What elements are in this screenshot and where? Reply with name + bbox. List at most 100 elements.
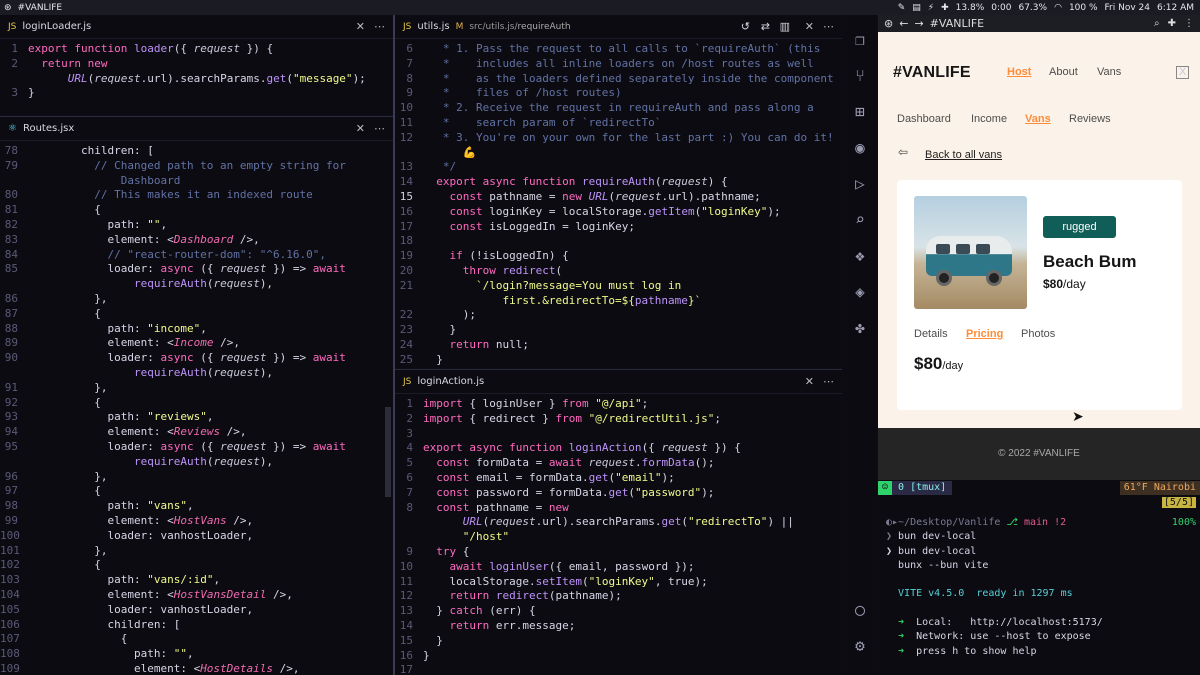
code-line[interactable]: 89 element: < Income />, <box>0 336 393 351</box>
breadcrumb-function[interactable]: requireAuth <box>518 22 571 32</box>
code-line[interactable]: 83 element: < Dashboard />, <box>0 233 393 248</box>
source-control-icon[interactable]: ⑂ <box>849 65 871 87</box>
app-logo-icon[interactable]: ⊛ <box>4 3 12 13</box>
run-debug-icon[interactable]: ▷ <box>849 173 871 195</box>
subnav-dashboard[interactable]: Dashboard <box>897 113 951 125</box>
code-line[interactable]: 22 ); <box>395 308 842 323</box>
close-icon[interactable]: ✕ <box>805 20 814 33</box>
tab-photos[interactable]: Photos <box>1021 328 1055 340</box>
wifi-icon[interactable]: ◠ <box>1054 3 1062 13</box>
tab-utils[interactable]: utils.js <box>417 21 449 32</box>
code-line[interactable]: 12 * 3. You're on your own for the last … <box>395 131 842 146</box>
code-line[interactable]: 85 loader: async ({ request }) => await <box>0 262 393 277</box>
compare-icon[interactable]: ⇄ <box>761 20 770 33</box>
paw-icon[interactable]: ✤ <box>849 317 871 339</box>
code-line[interactable]: 13 } catch (err) { <box>395 604 842 619</box>
code-line[interactable]: 25 } <box>395 353 842 368</box>
gamepad-icon[interactable]: ◉ <box>849 137 871 159</box>
figma-icon[interactable]: ❖ <box>849 245 871 267</box>
zoom-icon[interactable]: ⌕ <box>1154 18 1160 29</box>
code-line[interactable]: 95 loader: async ({ request }) => await <box>0 440 393 455</box>
code-area[interactable]: 78 children: [79 // Changed path to an e… <box>0 141 393 675</box>
breadcrumb[interactable]: src/utils.js/ <box>469 22 517 32</box>
code-line[interactable]: 20 throw redirect( <box>395 264 842 279</box>
code-line[interactable]: 19 if (!isLoggedIn) { <box>395 249 842 264</box>
code-line[interactable]: 94 element: < Reviews />, <box>0 425 393 440</box>
close-icon[interactable]: ✕ <box>805 375 814 388</box>
code-line[interactable]: 99 element: < HostVans />, <box>0 514 393 529</box>
code-line[interactable]: 10 await loginUser({ email, password }); <box>395 560 842 575</box>
code-line[interactable]: 18 <box>395 234 842 249</box>
lightning-icon[interactable]: ⚡ <box>928 3 934 13</box>
code-line[interactable]: 6 const email = formData. get("email"); <box>395 471 842 486</box>
close-icon[interactable]: ✕ <box>356 122 365 135</box>
subnav-vans[interactable]: Vans <box>1025 113 1051 125</box>
code-line[interactable]: 6 * 1. Pass the request to all calls to … <box>395 42 842 57</box>
tab-login-loader[interactable]: loginLoader.js <box>22 21 91 32</box>
explorer-icon[interactable]: ❐ <box>849 29 871 51</box>
code-line[interactable]: 87 { <box>0 307 393 322</box>
nav-vans[interactable]: Vans <box>1097 66 1121 78</box>
subnav-reviews[interactable]: Reviews <box>1069 113 1111 125</box>
code-line[interactable]: 17 const isLoggedIn = loginKey; <box>395 220 842 235</box>
code-line[interactable]: 2 import { redirect } from "@/redirectUti… <box>395 412 842 427</box>
tab-details[interactable]: Details <box>914 328 948 340</box>
menu-icon[interactable]: ⋮ <box>1184 18 1194 29</box>
code-line[interactable]: 100 loader: vanhostLoader, <box>0 529 393 544</box>
code-line[interactable]: 14 export async function requireAuth(req… <box>395 175 842 190</box>
subnav-income[interactable]: Income <box>971 113 1007 125</box>
extensions-icon[interactable]: ⊞ <box>849 101 871 123</box>
code-line[interactable]: 3} <box>0 86 393 101</box>
tab-login-action[interactable]: loginAction.js <box>417 376 484 387</box>
account-icon[interactable]: ◯ <box>849 599 871 621</box>
clipboard-icon[interactable]: ▤ <box>912 3 921 13</box>
code-line[interactable]: 108 path: "", <box>0 647 393 662</box>
nav-about[interactable]: About <box>1049 66 1078 78</box>
close-icon[interactable]: ✕ <box>356 20 365 33</box>
code-line[interactable]: 96 }, <box>0 470 393 485</box>
code-line[interactable]: 8 const pathname = new <box>395 501 842 516</box>
code-line[interactable]: 79 // Changed path to an empty string fo… <box>0 159 393 174</box>
code-line[interactable]: 91 }, <box>0 381 393 396</box>
code-line[interactable]: 107 { <box>0 632 393 647</box>
history-icon[interactable]: ↺ <box>741 20 750 33</box>
code-area[interactable]: 6 * 1. Pass the request to all calls to … <box>395 39 842 368</box>
code-line[interactable]: URL(request .url).searchParams. get("redir… <box>395 515 842 530</box>
code-line[interactable]: requireAuth(request), <box>0 455 393 470</box>
tmux-session[interactable]: 0 [tmux] <box>892 480 953 496</box>
code-line[interactable]: first.&redirectTo=${pathname}` <box>395 294 842 309</box>
code-line[interactable]: 1 import { loginUser } from "@/api"; <box>395 397 842 412</box>
more-icon[interactable]: ⋯ <box>823 375 834 388</box>
extension-icon[interactable]: ✚ <box>1168 18 1176 29</box>
code-line[interactable]: Dashboard <box>0 174 393 189</box>
code-line[interactable]: 8 * as the loaders defined separately in… <box>395 72 842 87</box>
scrollbar[interactable] <box>385 407 391 497</box>
code-line[interactable]: 15 const pathname = new URL(request .url)… <box>395 190 842 205</box>
settings-gear-icon[interactable]: ⚙ <box>849 635 871 657</box>
terminal-pane[interactable]: ☺ 0 [tmux] 61°F Nairobi [5/5] ◐▸~/Deskto… <box>878 480 1200 675</box>
more-icon[interactable]: ⋯ <box>374 20 385 33</box>
code-line[interactable]: 3 <box>395 427 842 442</box>
code-line[interactable]: 5 const formData = await request. formDat… <box>395 456 842 471</box>
code-line[interactable]: 9 try { <box>395 545 842 560</box>
code-line[interactable]: 104 element: < HostVansDetail />, <box>0 588 393 603</box>
code-line[interactable]: 98 path: "vans", <box>0 499 393 514</box>
code-line[interactable]: 7 const password = formData. get("passwor… <box>395 486 842 501</box>
code-line[interactable]: 86 }, <box>0 292 393 307</box>
code-line[interactable]: 82 path: "", <box>0 218 393 233</box>
code-line[interactable]: 90 loader: async ({ request }) => await <box>0 351 393 366</box>
code-line[interactable]: 15 } <box>395 634 842 649</box>
code-line[interactable]: 16 const loginKey = localStorage. getItem… <box>395 205 842 220</box>
pen-icon[interactable]: ✎ <box>898 3 906 13</box>
forward-arrow-icon[interactable]: → <box>914 17 923 30</box>
code-line[interactable]: requireAuth(request), <box>0 366 393 381</box>
back-to-vans-link[interactable]: Back to all vans <box>925 149 1002 161</box>
code-line[interactable]: 88 path: "income", <box>0 322 393 337</box>
back-arrow-icon[interactable]: ← <box>899 17 908 30</box>
code-area[interactable]: 1 import { loginUser } from "@/api"; 2 impo… <box>395 394 842 675</box>
code-line[interactable]: 9 * files of /host routes) <box>395 86 842 101</box>
code-line[interactable]: 16} <box>395 649 842 664</box>
browser-tab-title[interactable]: #VANLIFE <box>930 17 984 30</box>
code-line[interactable]: 4 export async function loginAction({ req… <box>395 441 842 456</box>
code-line[interactable]: 12 return redirect (pathname); <box>395 589 842 604</box>
